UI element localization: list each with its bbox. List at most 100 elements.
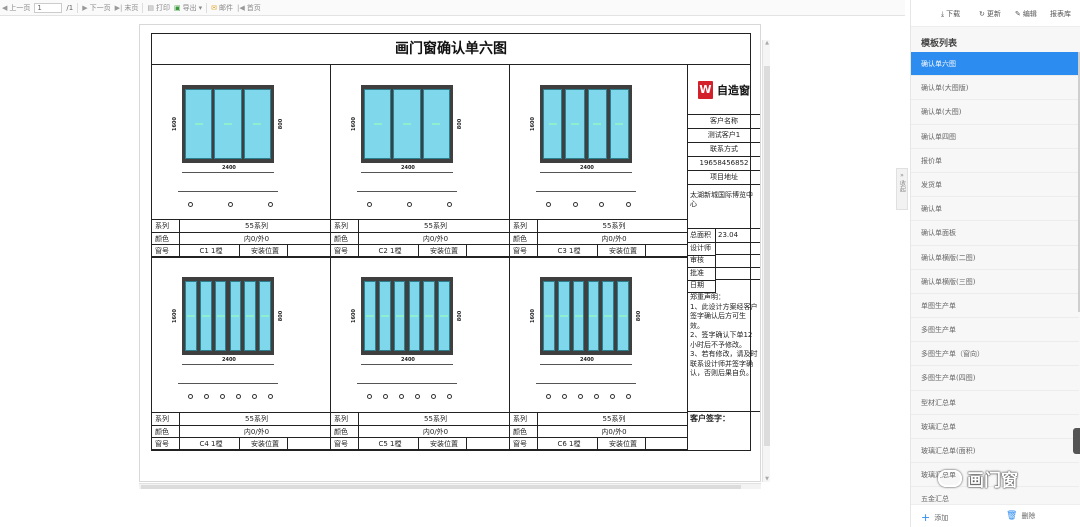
prev-page-button[interactable]: ◀ 上一页 — [2, 3, 30, 13]
mail-button[interactable]: ✉ 邮件 — [211, 3, 233, 13]
glass-pane — [393, 89, 421, 159]
width-dimension: 2400 — [401, 165, 415, 171]
blank-value — [716, 254, 760, 256]
height-dimension-secondary: 800 — [457, 118, 464, 130]
height-dimension: 1600 — [350, 117, 357, 131]
export-icon: ▣ — [173, 3, 181, 12]
series-value: 55系列 — [538, 220, 688, 233]
handle-icon — [194, 123, 203, 125]
handle-icon — [544, 315, 553, 317]
color-label: 颜色 — [331, 232, 359, 246]
template-list-item[interactable]: 型材汇总单 — [911, 391, 1079, 415]
template-list-item[interactable]: 确认单六图 — [911, 52, 1079, 77]
section-line — [178, 191, 278, 192]
watermark: 画门窗 — [938, 466, 1018, 491]
scroll-up-icon[interactable]: ▲ — [763, 40, 771, 46]
template-list-item[interactable]: 单图生产单 — [911, 294, 1079, 319]
scroll-thumb[interactable] — [764, 66, 770, 446]
scroll-thumb[interactable] — [141, 485, 741, 489]
template-list-item[interactable]: 确认单横版(二图) — [911, 246, 1079, 270]
width-dimension: 2400 — [580, 357, 594, 363]
window-info-table: 系列 55系列 颜色 内0/外0 窗号 C6 1樘 安装位置 — [510, 412, 688, 451]
template-list-item[interactable]: 发货单 — [911, 173, 1079, 198]
number-label: 窗号 — [331, 245, 359, 258]
glass-pane — [438, 281, 450, 351]
collapse-panel-button[interactable]: » 收起 — [896, 168, 908, 210]
template-list-item[interactable]: 确认单横版(三图) — [911, 270, 1079, 294]
blank-value — [716, 266, 760, 268]
install-label: 安装位置 — [598, 438, 646, 451]
template-list-item[interactable]: 多图生产单（窗向） — [911, 342, 1079, 367]
print-button[interactable]: ▤ 打印 — [147, 3, 170, 13]
dimension-line — [361, 364, 453, 365]
color-label: 颜色 — [510, 232, 538, 246]
add-template-button[interactable]: + 添加 — [921, 511, 948, 524]
section-marker — [188, 202, 193, 207]
install-position-value — [467, 245, 510, 258]
handle-icon — [402, 123, 411, 125]
template-list-item[interactable]: 多图生产单 — [911, 318, 1079, 343]
template-list-item[interactable]: 确认单 — [911, 197, 1079, 222]
template-panel: ⤓ 下载 ↻ 更新 ✎ 编辑 报表库 模板列表 确认单六图 确认单(大图版) 确认单(大图… — [910, 0, 1080, 527]
section-marker — [367, 394, 372, 399]
window-cell: 1600 2400 系列 55系列 颜色 内0/外0 窗号 C3 1樘 安装位置 — [510, 65, 688, 258]
printer-icon: ▤ — [147, 3, 154, 12]
handle-icon — [440, 315, 449, 317]
install-label: 安装位置 — [240, 245, 288, 258]
install-position-value — [288, 245, 331, 258]
horizontal-scrollbar[interactable] — [139, 483, 761, 489]
page-number-input[interactable]: 1 — [34, 2, 63, 13]
edit-button[interactable]: ✎ 编辑 — [1015, 9, 1037, 19]
template-list-item[interactable]: 确认单面板 — [911, 221, 1079, 246]
window-drawing — [540, 85, 632, 163]
last-page-button[interactable]: ▶| 末页 — [115, 3, 139, 13]
next-page-button[interactable]: ▶ 下一页 — [82, 3, 110, 13]
template-list-item[interactable]: 玻璃汇总单 — [911, 415, 1079, 439]
delete-template-button[interactable]: 🗑 删除 — [1006, 511, 1035, 521]
template-list-item[interactable]: 多图生产单(四图) — [911, 366, 1079, 391]
glass-pane — [214, 281, 227, 351]
height-dimension-secondary: 800 — [278, 310, 285, 322]
refresh-button[interactable]: ↻ 更新 — [979, 9, 1001, 19]
section-marker — [610, 394, 615, 399]
glass-pane — [364, 281, 376, 351]
report-viewer: 画门窗确认单六图 1600 800 2400 系列 55系列 颜色 内0/外0 窗号 C1 1樘… — [0, 16, 905, 527]
vertical-scrollbar[interactable]: ▲ ▼ — [762, 40, 770, 482]
color-value: 内0/外0 — [359, 232, 510, 246]
handle-icon — [425, 315, 434, 317]
toolbar-divider — [77, 2, 79, 13]
template-list: 确认单六图 确认单(大图版) 确认单(大图) 确认单四图 报价单 发货单 确认单 确认单面板确… — [911, 52, 1079, 512]
template-list-item[interactable]: 玻璃汇总单(面积) — [911, 439, 1079, 464]
template-list-item[interactable]: 确认单四图 — [911, 125, 1079, 149]
edge-handle[interactable] — [1073, 428, 1080, 454]
window-cell: 1600 800 2400 系列 55系列 颜色 内0/外0 窗号 C5 1樘 安装位置 — [331, 257, 510, 451]
section-marker — [546, 394, 551, 399]
handle-icon — [186, 315, 195, 317]
first-page-button[interactable]: |◀ 首页 — [237, 3, 261, 13]
prev-icon: ◀ — [2, 3, 8, 12]
download-icon: ⤓ — [941, 9, 945, 18]
download-button[interactable]: ⤓ 下载 — [941, 9, 960, 19]
template-list-item[interactable]: 确认单(大图) — [911, 100, 1079, 125]
address-label: 项目地址 — [688, 171, 760, 185]
glass-pane — [214, 89, 242, 159]
install-position-value — [467, 438, 510, 451]
series-label: 系列 — [331, 220, 359, 233]
handle-icon — [373, 123, 382, 125]
template-list-item[interactable]: 确认单(大图版) — [911, 76, 1079, 101]
handle-icon — [261, 315, 270, 317]
export-button[interactable]: ▣ 导出 ▾ — [174, 3, 202, 13]
handle-icon — [589, 315, 598, 317]
scroll-down-icon[interactable]: ▼ — [763, 476, 771, 482]
series-value: 55系列 — [359, 413, 510, 426]
date-label: 日期 — [688, 279, 716, 294]
report-library-button[interactable]: 报表库 — [1050, 9, 1071, 19]
handle-icon — [395, 315, 404, 317]
height-dimension-secondary: 800 — [636, 310, 643, 322]
height-dimension-secondary: 800 — [278, 118, 285, 130]
glass-pane — [557, 281, 570, 351]
number-value: C5 1樘 — [359, 438, 419, 451]
section-marker — [572, 202, 578, 207]
template-list-item[interactable]: 报价单 — [911, 149, 1079, 173]
handle-icon — [365, 315, 374, 317]
